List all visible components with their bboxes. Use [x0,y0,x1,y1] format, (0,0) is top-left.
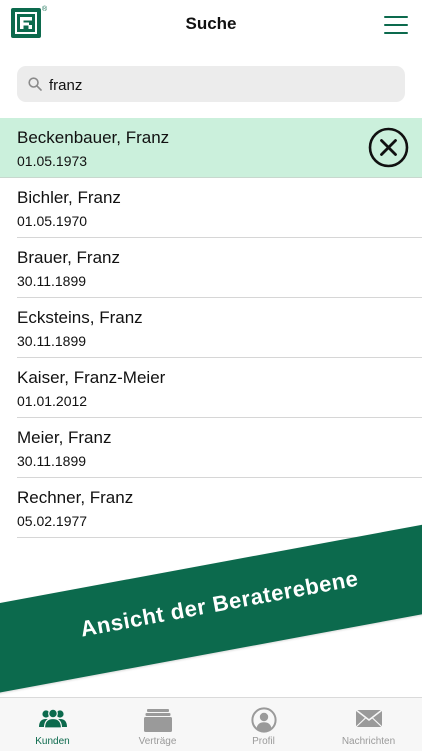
search-bar[interactable] [17,66,405,102]
customer-birthdate: 05.02.1977 [17,513,88,529]
customer-name: Beckenbauer, Franz [17,128,170,147]
tab-vertraege[interactable]: Verträge [105,698,210,751]
customer-birthdate: 30.11.1899 [17,333,87,349]
customer-name: Meier, Franz [17,428,112,447]
customer-name: Ecksteins, Franz [17,308,143,327]
header-bar: ® Suche [0,0,422,52]
customer-birthdate: 30.11.1899 [17,273,87,289]
tab-profil[interactable]: Profil [211,698,316,751]
customer-birthdate: 01.05.1970 [17,213,88,229]
customer-birthdate: 30.11.1899 [17,453,87,469]
customer-name: Kaiser, Franz-Meier [17,368,166,387]
customer-name: Rechner, Franz [17,488,134,507]
list-item[interactable]: Kaiser, Franz-Meier 01.01.2012 [0,358,422,418]
tab-label: Kunden [35,736,70,747]
list-item[interactable]: Bichler, Franz 01.05.1970 [0,178,422,238]
customer-birthdate: 01.05.1973 [17,153,88,169]
messages-icon [355,709,382,728]
customer-birthdate: 01.01.2012 [17,393,88,409]
result-list: Beckenbauer, Franz 01.05.1973 Bichler, F… [0,118,422,538]
tab-kunden[interactable]: Kunden [0,698,105,751]
hamburger-menu-icon[interactable] [384,16,408,34]
tab-label: Nachrichten [341,736,396,747]
tab-nachrichten[interactable]: Nachrichten [316,698,421,751]
customers-icon [38,708,67,729]
tab-label: Profil [252,736,275,747]
customer-name: Bichler, Franz [17,188,121,207]
tab-bar: Kunden Verträge Profil Nachrichten [0,697,422,751]
list-item[interactable]: Ecksteins, Franz 30.11.1899 [0,298,422,358]
list-item[interactable]: Beckenbauer, Franz 01.05.1973 [0,118,422,178]
search-icon [28,77,42,91]
profile-icon [250,707,277,733]
close-circle-icon[interactable] [368,127,409,168]
registered-mark: ® [42,6,48,13]
search-input[interactable] [47,73,391,97]
list-item[interactable]: Meier, Franz 30.11.1899 [0,418,422,478]
contracts-icon [143,709,172,732]
banner-text: Ansicht der Beraterebene [78,565,361,642]
page-title: Suche [185,14,237,33]
list-item[interactable]: Rechner, Franz 05.02.1977 [0,478,422,538]
list-item[interactable]: Brauer, Franz 30.11.1899 [0,238,422,298]
customer-name: Brauer, Franz [17,248,120,267]
tab-label: Verträge [138,736,177,747]
advisor-view-banner: Ansicht der Beraterebene [0,516,422,698]
